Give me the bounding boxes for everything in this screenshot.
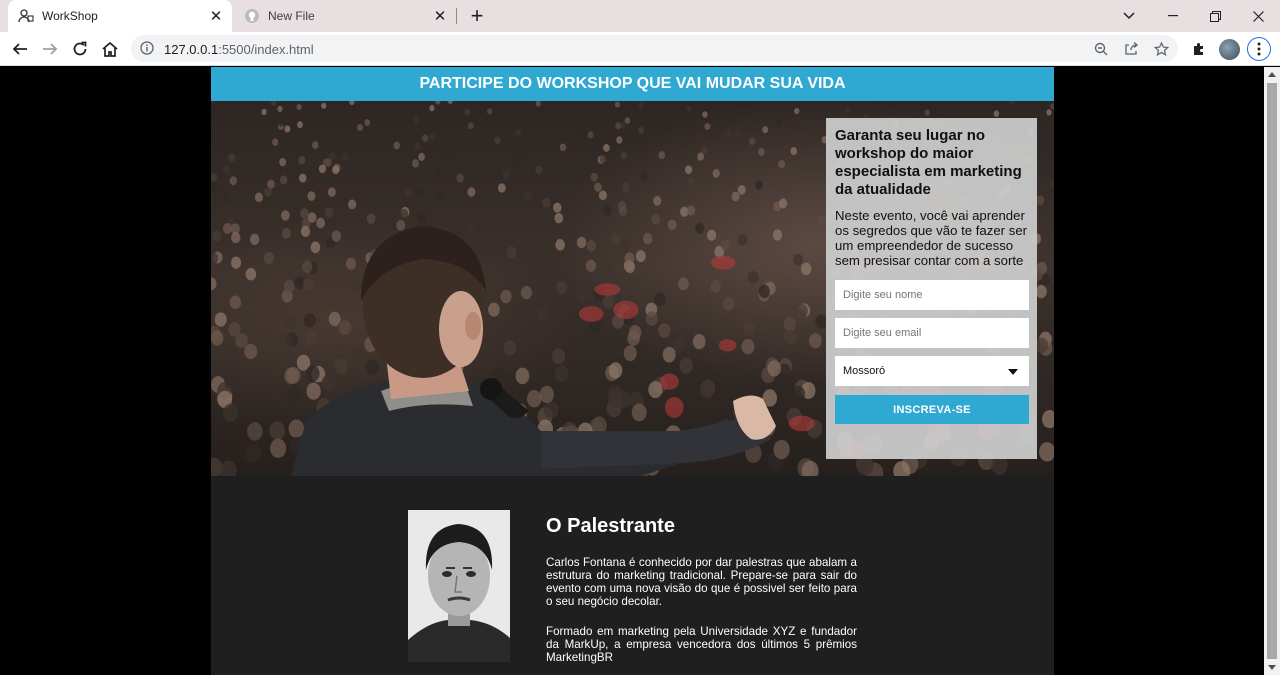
form-description: Neste evento, você vai aprender os segre…: [835, 208, 1028, 268]
site-info-icon[interactable]: [140, 41, 154, 55]
tab-divider: [456, 8, 457, 24]
hero-section: Garanta seu lugar no workshop do maior e…: [211, 101, 1054, 476]
url-host: 127.0.0.1: [164, 42, 219, 57]
subscribe-button[interactable]: INSCREVA-SE: [835, 395, 1029, 424]
close-window-icon[interactable]: [1238, 0, 1278, 32]
scroll-down-icon[interactable]: [1268, 665, 1276, 670]
speaker-bio-2: Formado em marketing pela Universidade X…: [546, 625, 857, 664]
profile-avatar[interactable]: [1219, 39, 1240, 60]
top-banner: PARTICIPE DO WORKSHOP QUE VAI MUDAR SUA …: [211, 67, 1054, 101]
email-field[interactable]: [835, 318, 1029, 348]
new-tab-icon[interactable]: +: [466, 3, 488, 28]
github-icon: [244, 8, 260, 24]
close-tab-icon[interactable]: ✕: [206, 6, 226, 26]
speaker-portrait: [408, 510, 510, 662]
city-select[interactable]: Mossoró: [835, 356, 1029, 386]
url-text: 127.0.0.1:5500/index.html: [164, 42, 314, 57]
extensions-icon[interactable]: [1188, 38, 1210, 60]
tab-strip: WorkShop ✕ New File ✕ +: [0, 0, 1280, 32]
workshop-favicon-icon: [18, 8, 34, 24]
form-heading: Garanta seu lugar no workshop do maior e…: [835, 127, 1022, 198]
scrollbar-thumb[interactable]: [1267, 83, 1277, 659]
caret-down-icon: [1008, 369, 1018, 375]
reload-icon[interactable]: [67, 36, 93, 62]
page-scrollbar[interactable]: [1264, 67, 1280, 675]
minimize-icon[interactable]: [1153, 0, 1193, 32]
city-select-value: Mossoró: [843, 365, 886, 377]
browser-menu-icon[interactable]: [1247, 37, 1271, 61]
share-icon[interactable]: [1122, 40, 1140, 58]
page-container: PARTICIPE DO WORKSHOP QUE VAI MUDAR SUA …: [211, 67, 1054, 675]
tab-workshop[interactable]: WorkShop ✕: [8, 0, 232, 32]
page-viewport: PARTICIPE DO WORKSHOP QUE VAI MUDAR SUA …: [0, 67, 1264, 675]
close-tab-icon[interactable]: ✕: [430, 6, 450, 26]
tab-title: New File: [268, 9, 315, 23]
tab-new-file[interactable]: New File ✕: [236, 0, 456, 32]
url-path: :5500/index.html: [218, 42, 314, 57]
zoom-icon[interactable]: [1092, 40, 1110, 58]
address-bar[interactable]: 127.0.0.1:5500/index.html: [131, 35, 1178, 62]
forward-icon[interactable]: [37, 36, 63, 62]
signup-card: Garanta seu lugar no workshop do maior e…: [826, 118, 1037, 459]
tab-title: WorkShop: [42, 9, 98, 23]
browser-toolbar: 127.0.0.1:5500/index.html: [0, 32, 1280, 66]
speaker-bio-1: Carlos Fontana é conhecido por dar pales…: [546, 556, 857, 608]
scroll-up-icon[interactable]: [1268, 72, 1276, 77]
speaker-title: O Palestrante: [546, 515, 675, 537]
home-icon[interactable]: [97, 36, 123, 62]
speaker-section: O Palestrante Carlos Fontana é conhecido…: [211, 476, 1054, 675]
tab-search-icon[interactable]: [1109, 0, 1149, 32]
restore-icon[interactable]: [1195, 0, 1235, 32]
back-icon[interactable]: [7, 36, 33, 62]
bookmark-star-icon[interactable]: [1152, 40, 1170, 58]
name-field[interactable]: [835, 280, 1029, 310]
